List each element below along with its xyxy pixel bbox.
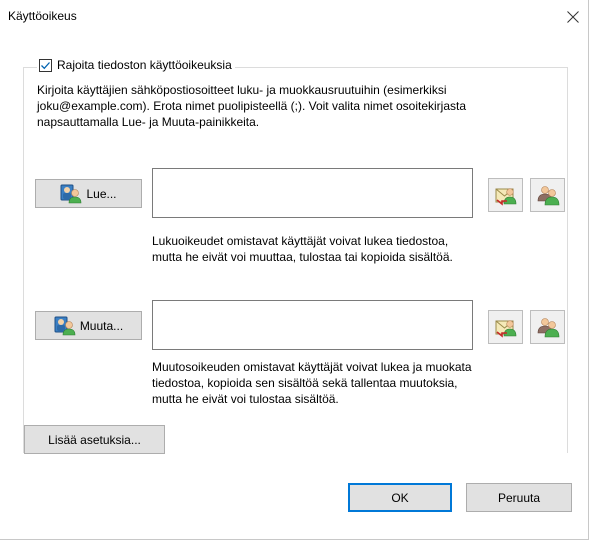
change-description-line: tiedostoa, kopioida sen sisältöä sekä ta…	[152, 376, 458, 390]
change-button[interactable]: Muuta...	[35, 311, 142, 340]
read-address-book-button[interactable]	[488, 178, 523, 212]
instructions-text: Kirjoita käyttäjien sähköpostiosoitteet …	[37, 82, 466, 130]
restrict-checkbox-label: Rajoita tiedoston käyttöoikeuksia	[57, 58, 232, 72]
change-description-line: mutta he eivät voi tulostaa sisältöä.	[152, 392, 339, 406]
more-settings-button[interactable]: Lisää asetuksia...	[24, 425, 165, 454]
close-button[interactable]	[556, 0, 590, 34]
change-description: Muutosoikeuden omistavat käyttäjät voiva…	[152, 359, 472, 407]
read-description-line: mutta he eivät voi muuttaa, tulostaa tai…	[152, 250, 453, 264]
instructions-line: joku@example.com). Erota nimet puolipist…	[37, 99, 467, 113]
read-select-users-button[interactable]	[530, 178, 565, 212]
restrict-checkbox[interactable]	[39, 58, 52, 72]
read-description-line: Lukuoikeudet omistavat käyttäjät voivat …	[152, 234, 449, 248]
restrict-checkbox-row[interactable]: Rajoita tiedoston käyttöoikeuksia	[37, 58, 235, 72]
close-icon	[567, 11, 579, 23]
change-button-label: Muuta...	[79, 318, 124, 333]
instructions-line: Kirjoita käyttäjien sähköpostiosoitteet …	[37, 83, 447, 97]
change-address-book-button[interactable]	[488, 310, 523, 344]
read-users-field[interactable]	[152, 168, 473, 218]
read-button[interactable]: Lue...	[35, 179, 142, 208]
ok-button[interactable]: OK	[348, 483, 452, 512]
checkmark-icon	[41, 61, 50, 69]
change-description-line: Muutosoikeuden omistavat käyttäjät voiva…	[152, 360, 472, 374]
permission-dialog: Käyttöoikeus Rajoita tiedoston käyttöoik…	[0, 0, 589, 540]
address-book-icon	[494, 184, 518, 206]
instructions-line: napsauttamalla Lue- ja Muuta-painikkeita…	[37, 115, 260, 129]
dialog-title: Käyttöoikeus	[8, 9, 77, 23]
cancel-label: Peruuta	[497, 490, 541, 505]
users-icon	[536, 316, 560, 338]
read-description: Lukuoikeudet omistavat käyttäjät voivat …	[152, 233, 453, 265]
user-icon	[60, 184, 82, 204]
users-icon	[536, 184, 560, 206]
change-users-field[interactable]	[152, 300, 473, 350]
change-select-users-button[interactable]	[530, 310, 565, 344]
title-bar: Käyttöoikeus	[0, 0, 590, 34]
more-settings-label: Lisää asetuksia...	[48, 432, 141, 447]
address-book-icon	[494, 316, 518, 338]
ok-label: OK	[391, 490, 409, 505]
user-icon	[54, 316, 76, 336]
cancel-button[interactable]: Peruuta	[466, 483, 572, 512]
read-button-label: Lue...	[86, 186, 117, 201]
